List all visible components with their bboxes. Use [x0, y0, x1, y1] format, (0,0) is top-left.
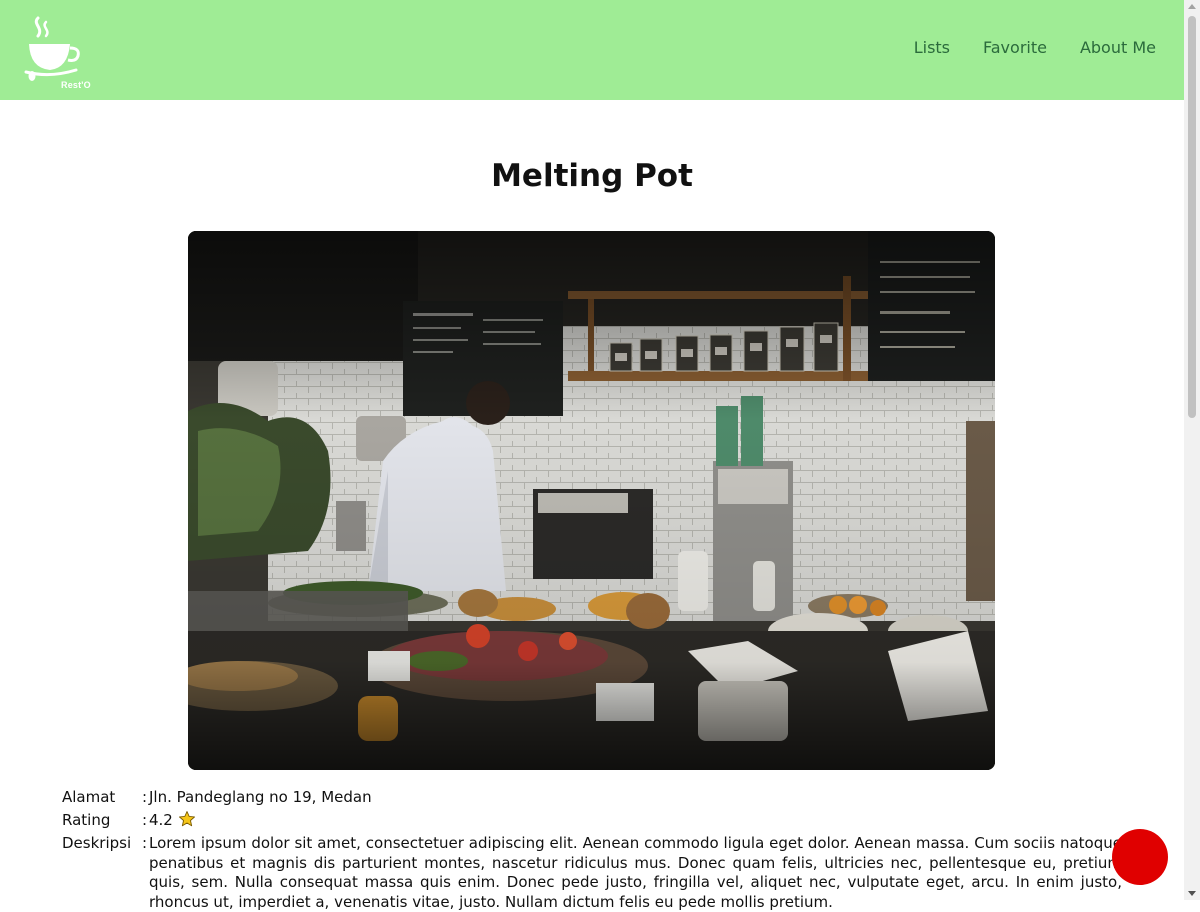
scroll-down-arrow[interactable]: [1188, 891, 1196, 896]
description-label: Deskripsi: [62, 834, 132, 852]
app-header: Rest'O Lists Favorite About Me: [0, 0, 1184, 100]
main-nav: Lists Favorite About Me: [914, 38, 1156, 57]
nav-favorite[interactable]: Favorite: [983, 38, 1047, 57]
address-value: Jln. Pandeglang no 19, Medan: [149, 788, 372, 806]
restaurant-title: Melting Pot: [491, 158, 693, 194]
separator: :: [142, 788, 148, 806]
nav-lists[interactable]: Lists: [914, 38, 950, 57]
rating-row: Rating : 4.2: [62, 809, 1122, 832]
separator: :: [142, 834, 148, 852]
favorite-button[interactable]: [1112, 829, 1168, 885]
nav-about-me[interactable]: About Me: [1080, 38, 1156, 57]
description-row: Deskripsi : Lorem ipsum dolor sit amet, …: [62, 832, 1122, 912]
separator: :: [142, 811, 148, 829]
restaurant-image: [188, 231, 995, 770]
logo-text: Rest'O: [61, 80, 91, 90]
address-label: Alamat: [62, 788, 116, 806]
logo[interactable]: Rest'O: [24, 14, 91, 90]
description-value: Lorem ipsum dolor sit amet, consectetuer…: [149, 834, 1122, 911]
rating-value-container: 4.2: [149, 809, 1122, 832]
cafe-interior-image: [188, 231, 995, 770]
rating-value: 4.2: [149, 811, 173, 829]
rating-label: Rating: [62, 811, 111, 829]
address-row: Alamat : Jln. Pandeglang no 19, Medan: [62, 786, 1122, 809]
scroll-thumb[interactable]: [1188, 16, 1196, 418]
scroll-up-arrow[interactable]: [1188, 4, 1196, 9]
restaurant-info: Alamat : Jln. Pandeglang no 19, Medan Ra…: [62, 786, 1122, 912]
page-scrollbar[interactable]: [1184, 0, 1200, 900]
coffee-cup-icon: [24, 16, 80, 81]
star-icon: [178, 811, 195, 827]
